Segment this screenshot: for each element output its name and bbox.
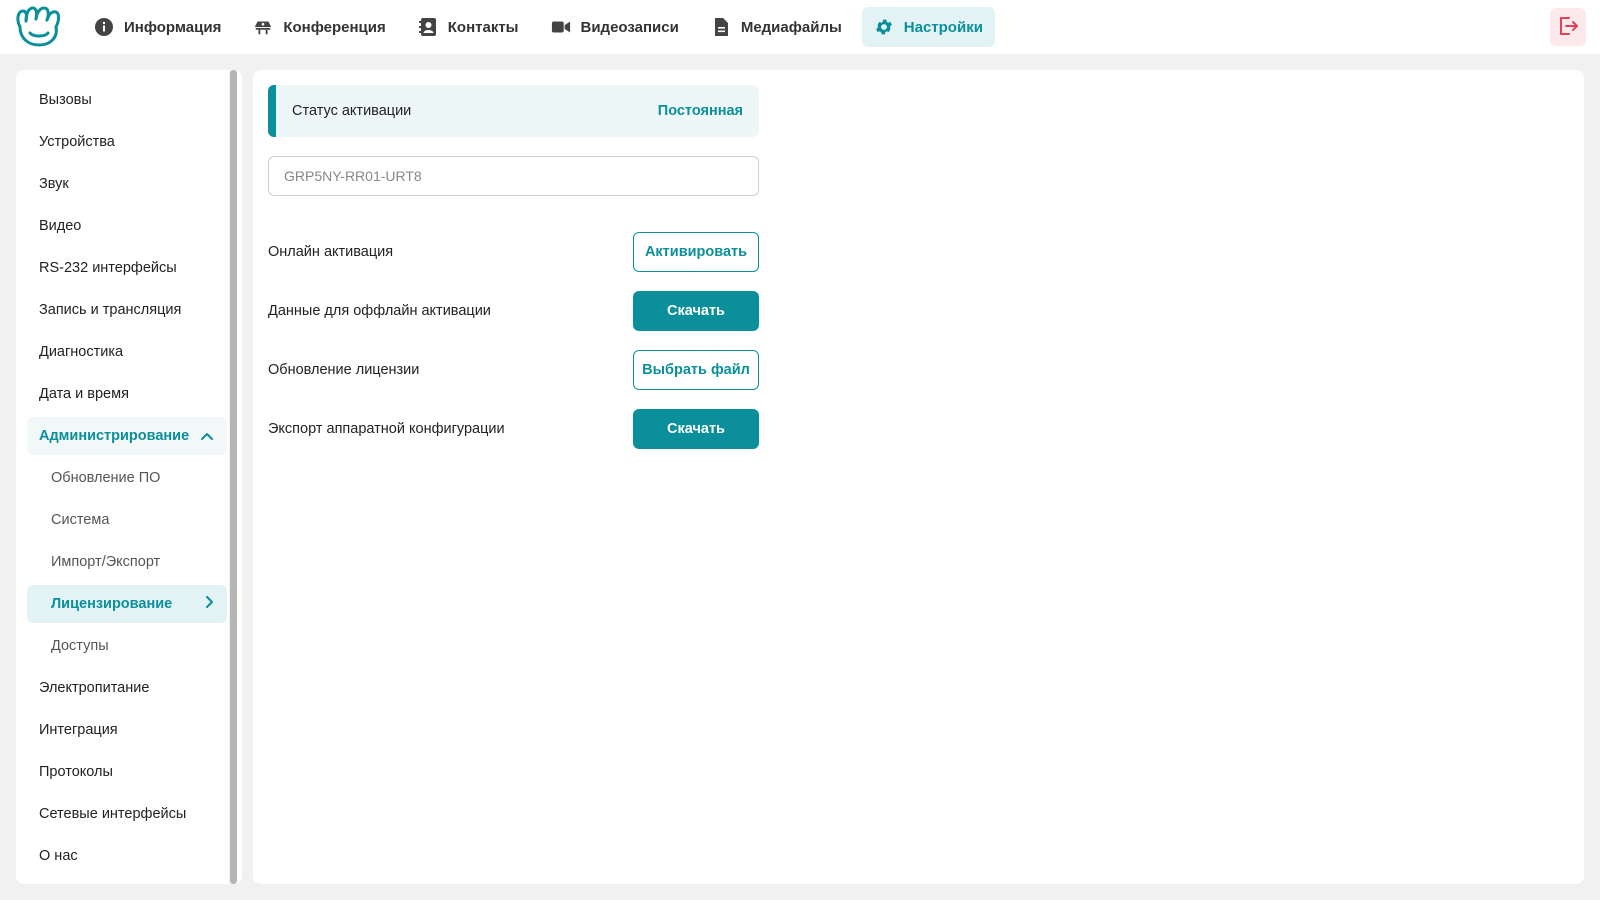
sidebar-item-access[interactable]: Доступы [27, 627, 227, 665]
sidebar-item-sound[interactable]: Звук [27, 165, 227, 203]
video-camera-icon [551, 17, 571, 37]
top-bar: Информация Конференция Контакты Видеозап… [0, 0, 1600, 54]
sidebar-item-protocols[interactable]: Протоколы [27, 753, 227, 791]
online-activation-row: Онлайн активация Активировать [268, 232, 759, 272]
nav-mediafiles[interactable]: Медиафайлы [699, 7, 854, 47]
nav-contacts[interactable]: Контакты [406, 7, 531, 47]
nav-contacts-label: Контакты [447, 18, 519, 36]
sidebar-item-about[interactable]: О нас [27, 837, 227, 875]
sidebar-item-video[interactable]: Видео [27, 207, 227, 245]
gear-icon [874, 17, 894, 37]
sidebar-item-rs232[interactable]: RS-232 интерфейсы [27, 249, 227, 287]
sidebar-item-label: О нас [39, 848, 78, 864]
hardware-config-export-label: Экспорт аппаратной конфигурации [268, 421, 505, 437]
sidebar-item-label: Система [51, 512, 110, 528]
activation-status-value: Постоянная [657, 103, 743, 119]
activate-button[interactable]: Активировать [633, 232, 759, 272]
sidebar-item-label: Звук [39, 176, 69, 192]
activation-status-card: Статус активации Постоянная [268, 85, 759, 137]
sidebar-item-system[interactable]: Система [27, 501, 227, 539]
sidebar-item-label: Вызовы [39, 92, 92, 108]
sidebar-item-label: RS-232 интерфейсы [39, 260, 177, 276]
sidebar-item-label: Устройства [39, 134, 115, 150]
sidebar-item-diagnostics[interactable]: Диагностика [27, 333, 227, 371]
nav-conference-label: Конференция [283, 18, 386, 36]
sidebar-item-network-interfaces[interactable]: Сетевые интерфейсы [27, 795, 227, 833]
online-activation-label: Онлайн активация [268, 244, 394, 260]
sidebar-item-datetime[interactable]: Дата и время [27, 375, 227, 413]
nav-settings[interactable]: Настройки [861, 7, 995, 47]
nav-recordings[interactable]: Видеозаписи [539, 7, 691, 47]
sidebar-item-label: Импорт/Экспорт [51, 554, 161, 570]
sidebar-item-label: Интеграция [39, 722, 118, 738]
sidebar-item-label: Доступы [51, 638, 109, 654]
logout-icon [1557, 15, 1579, 40]
sidebar-item-label: Диагностика [39, 344, 124, 360]
sidebar-item-label: Сетевые интерфейсы [39, 806, 187, 822]
activation-status-label: Статус активации [292, 103, 412, 119]
license-update-row: Обновление лицензии Выбрать файл [268, 350, 759, 390]
contacts-icon [418, 17, 438, 37]
sidebar-item-label: Протоколы [39, 764, 113, 780]
nav-info-label: Информация [124, 18, 222, 36]
license-key-input[interactable] [268, 156, 759, 196]
chevron-right-icon [205, 596, 213, 612]
sidebar-item-label: Видео [39, 218, 82, 234]
nav-mediafiles-label: Медиафайлы [740, 18, 842, 36]
sidebar-item-label: Обновление ПО [51, 470, 161, 486]
main-nav: Информация Конференция Контакты Видеозап… [82, 7, 1003, 47]
hardware-config-export-row: Экспорт аппаратной конфигурации Скачать [268, 409, 759, 449]
sidebar-item-label: Запись и трансляция [39, 302, 182, 318]
download-offline-data-button[interactable]: Скачать [633, 291, 759, 331]
sidebar-item-calls[interactable]: Вызовы [27, 81, 227, 119]
logout-button[interactable] [1550, 8, 1586, 46]
sidebar-list: Вызовы Устройства Звук Видео RS-232 инте… [16, 70, 234, 879]
nav-settings-label: Настройки [903, 18, 983, 36]
sidebar-item-recording[interactable]: Запись и трансляция [27, 291, 227, 329]
sidebar-item-administration[interactable]: Администрирование [27, 417, 227, 455]
choose-file-button[interactable]: Выбрать файл [633, 350, 759, 390]
sidebar-item-licensing[interactable]: Лицензирование [27, 585, 227, 623]
sidebar-item-devices[interactable]: Устройства [27, 123, 227, 161]
offline-activation-row: Данные для оффлайн активации Скачать [268, 291, 759, 331]
licensing-panel: Статус активации Постоянная Онлайн актив… [253, 70, 1584, 884]
offline-activation-label: Данные для оффлайн активации [268, 303, 491, 319]
license-update-label: Обновление лицензии [268, 362, 420, 378]
sidebar-item-firmware-update[interactable]: Обновление ПО [27, 459, 227, 497]
info-icon [94, 17, 114, 37]
sidebar-item-integration[interactable]: Интеграция [27, 711, 227, 749]
logo-icon[interactable] [14, 5, 64, 49]
nav-info[interactable]: Информация [82, 7, 233, 47]
nav-recordings-label: Видеозаписи [580, 18, 679, 36]
sidebar-item-import-export[interactable]: Импорт/Экспорт [27, 543, 227, 581]
sidebar-item-label: Дата и время [39, 386, 129, 402]
sidebar-item-label: Лицензирование [51, 596, 173, 612]
conference-icon [253, 17, 273, 37]
sidebar-item-label: Администрирование [39, 428, 190, 444]
download-hardware-config-button[interactable]: Скачать [633, 409, 759, 449]
sidebar-item-label: Электропитание [39, 680, 150, 696]
sidebar-scrollbar-thumb[interactable] [230, 70, 237, 884]
settings-sidebar: Вызовы Устройства Звук Видео RS-232 инте… [16, 70, 242, 884]
nav-conference[interactable]: Конференция [241, 7, 397, 47]
sidebar-item-power[interactable]: Электропитание [27, 669, 227, 707]
chevron-up-icon [201, 428, 213, 444]
document-icon [711, 17, 731, 37]
